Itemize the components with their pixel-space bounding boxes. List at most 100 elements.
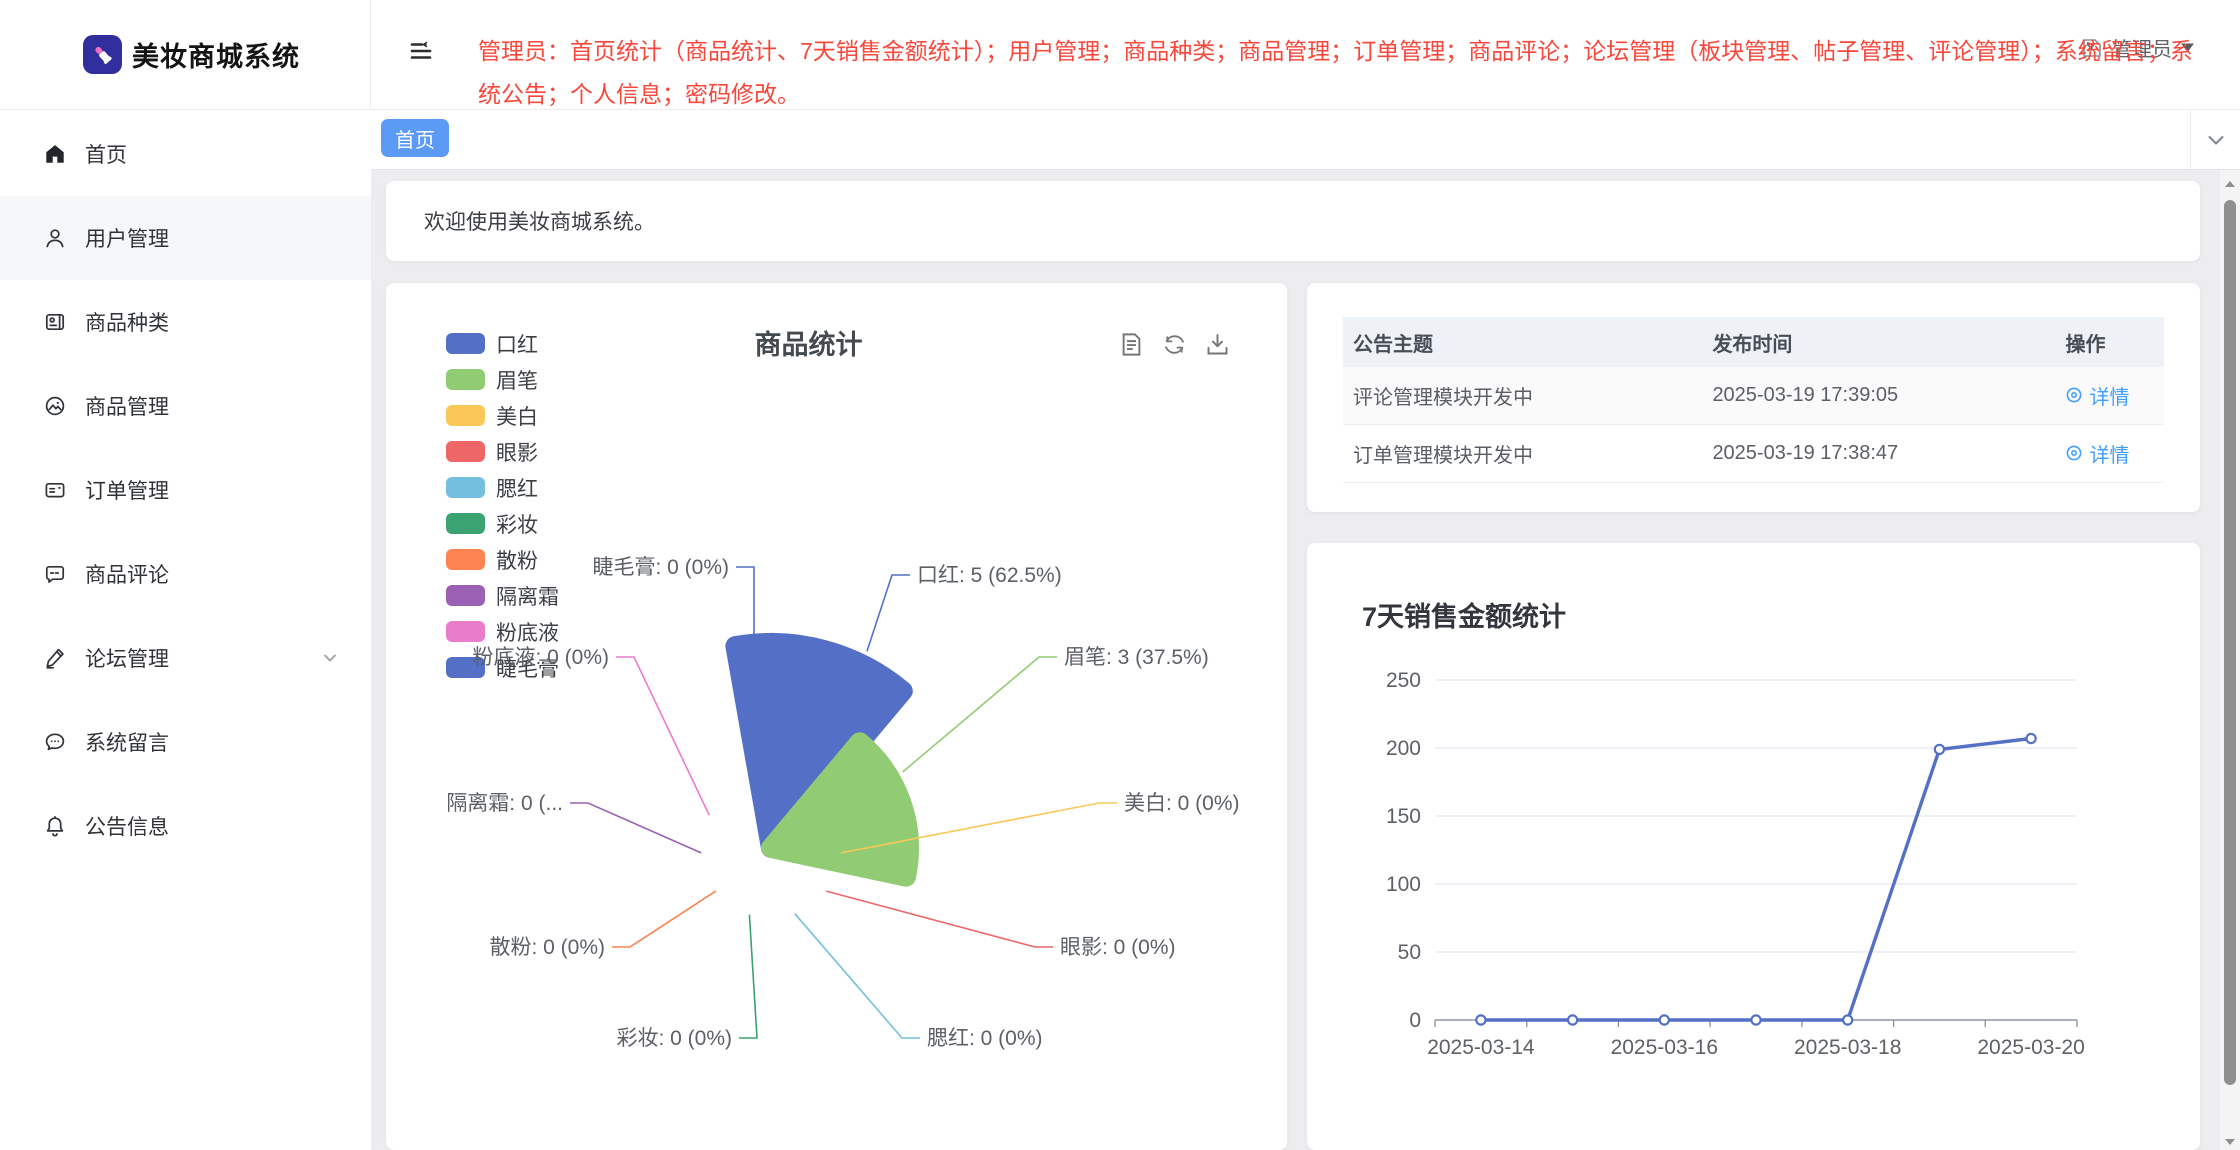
x-axis-tick-label: 2025-03-20 [1977, 1036, 2084, 1059]
pie-label-line [794, 913, 920, 1039]
pie-label: 隔离霜: 0 (... [446, 792, 563, 815]
main-content: 欢迎使用美妆商城系统。 商品统计 口红 眉笔 美白 眼影 腮红 彩妆 散粉 隔离… [371, 170, 2240, 1150]
data-point [1566, 1014, 1579, 1026]
scrollbar-up-arrow[interactable] [2224, 178, 2236, 190]
sidebar-item-label: 系统留言 [85, 732, 169, 755]
data-point [1750, 1014, 1762, 1026]
view-eye-icon [2067, 387, 2082, 403]
pie-label-line [570, 802, 702, 854]
bell-icon [43, 814, 67, 838]
sidebar-item-5[interactable]: 商品评论 [0, 532, 371, 616]
sidebar-item-label: 用户管理 [85, 228, 169, 251]
y-axis-tick-label: 200 [1386, 737, 1421, 760]
x-axis-tick-label: 2025-03-16 [1611, 1036, 1718, 1059]
sales-line-series [1480, 736, 2032, 1022]
announcement-table: 公告主题 发布时间 操作 评论管理模块开发中 2025-03-19 17:39:0… [1343, 317, 2164, 483]
app-title: 美妆商城系统 [132, 42, 300, 72]
data-point [2025, 732, 2037, 745]
home-icon [43, 142, 67, 166]
pie-label-line [616, 656, 710, 816]
order-card-icon [43, 478, 67, 502]
announcement-time: 2025-03-19 17:38:47 [1712, 442, 1899, 464]
col-header-time: 发布时间 [1712, 333, 1793, 356]
sidebar-item-2[interactable]: 商品种类 [0, 280, 371, 364]
data-point [1475, 1014, 1487, 1026]
detail-link[interactable]: 详情 [2065, 439, 2129, 468]
pie-label: 散粉: 0 (0%) [489, 936, 605, 959]
data-point [1658, 1014, 1670, 1026]
top-header: 管理员：首页统计（商品统计、7天销售金额统计）；用户管理；商品种类；商品管理；订… [371, 0, 2240, 110]
pie-label: 口红: 5 (62.5%) [917, 564, 1062, 587]
pie-label: 睫毛膏: 0 (0%) [592, 556, 729, 579]
pie-label: 眼影: 0 (0%) [1060, 936, 1176, 959]
role-permissions-text: 管理员：首页统计（商品统计、7天销售金额统计）；用户管理；商品种类；商品管理；订… [478, 38, 2193, 107]
scrollbar-thumb[interactable] [2224, 200, 2236, 1085]
pie-label-line [866, 574, 910, 652]
detail-link-label: 详情 [2089, 444, 2130, 467]
y-axis-tick-label: 100 [1386, 873, 1421, 896]
tab-home[interactable]: 首页 [381, 119, 449, 157]
detail-link[interactable]: 详情 [2065, 381, 2129, 410]
welcome-text: 欢迎使用美妆商城系统。 [424, 211, 655, 234]
pie-label: 粉底液: 0 (0%) [472, 646, 609, 669]
product-stats-card: 商品统计 口红眉笔 美白 眼影 腮红 彩妆 散粉 隔离霜 粉底液 睫毛膏 口红:… [386, 283, 1287, 1150]
sidebar-nav: 首页用户管理商品种类商品管理订单管理商品评论论坛管理系统留言公告信息 [0, 110, 371, 1150]
edit-pen-icon [43, 646, 67, 670]
pie-label-line [902, 656, 1057, 773]
chat-round-icon [43, 730, 67, 754]
pie-label: 彩妆: 0 (0%) [616, 1027, 732, 1050]
welcome-card: 欢迎使用美妆商城系统。 [386, 181, 2200, 261]
logo-area: 美妆商城系统 [0, 0, 371, 110]
pie-label: 美白: 0 (0%) [1124, 792, 1240, 815]
category-icon [43, 310, 67, 334]
y-axis-tick-label: 250 [1386, 669, 1421, 692]
menu-fold-icon[interactable] [408, 38, 434, 64]
announcement-table-header: 公告主题 发布时间 操作 [1343, 317, 2164, 367]
pie-label-line [739, 914, 758, 1039]
sidebar-item-3[interactable]: 商品管理 [0, 364, 371, 448]
sidebar-item-0[interactable]: 首页 [0, 112, 371, 196]
pie-label-line [612, 890, 717, 948]
announcement-row-1: 订单管理模块开发中 2025-03-19 17:38:47 详情 [1343, 425, 2164, 483]
sidebar-item-6[interactable]: 论坛管理 [0, 616, 371, 700]
sidebar-item-label: 首页 [85, 144, 127, 167]
col-header-subject: 公告主题 [1353, 333, 1433, 356]
announcement-time: 2025-03-19 17:39:05 [1712, 384, 1899, 406]
pie-label-line [825, 890, 1053, 948]
sales-stats-card: 7天销售金额统计 0 50 100 150 200 250 2025-03-14 2025-0… [1307, 543, 2200, 1150]
tab-overflow-button[interactable] [2190, 110, 2240, 169]
sidebar-item-1[interactable]: 用户管理 [0, 196, 371, 280]
y-axis-tick-label: 50 [1398, 941, 1421, 964]
announcement-title: 评论管理模块开发中 [1353, 387, 1533, 409]
sidebar-item-label: 商品管理 [85, 396, 169, 419]
sidebar-item-8[interactable]: 公告信息 [0, 784, 371, 868]
chat-square-icon [43, 562, 67, 586]
vertical-scrollbar[interactable] [2220, 170, 2240, 1150]
sidebar-item-label: 订单管理 [85, 480, 169, 503]
view-eye-icon [2067, 445, 2082, 461]
sidebar-item-label: 商品评论 [85, 564, 169, 587]
y-axis-tick-label: 0 [1409, 1009, 1421, 1032]
chevron-down-icon [2205, 129, 2227, 151]
scrollbar-down-arrow[interactable] [2224, 1136, 2236, 1148]
col-header-action: 操作 [2065, 333, 2106, 356]
tab-bar: 首页 [371, 110, 2240, 170]
pie-label: 腮红: 0 (0%) [927, 1027, 1043, 1050]
sidebar-item-4[interactable]: 订单管理 [0, 448, 371, 532]
announcement-card: 公告主题 发布时间 操作 评论管理模块开发中 2025-03-19 17:39:0… [1307, 283, 2200, 512]
announcement-title: 订单管理模块开发中 [1353, 445, 1533, 467]
sales-line-chart: 0 50 100 150 200 250 2025-03-14 2025-03-16 2025-… [1386, 669, 2085, 1059]
lipstick-icon [83, 35, 122, 74]
picture-icon [43, 394, 67, 418]
sidebar-item-label: 商品种类 [85, 312, 169, 335]
rose-pie-chart[interactable]: 口红: 5 (62.5%) 眉笔: 3 (37.5%) 美白: 0 (0%) 眼影: … [386, 283, 1287, 1150]
detail-link-label: 详情 [2089, 386, 2130, 409]
x-axis-tick-label: 2025-03-14 [1427, 1036, 1535, 1059]
data-point [1842, 1014, 1854, 1026]
pie-label: 眉笔: 3 (37.5%) [1064, 646, 1209, 669]
sidebar-item-7[interactable]: 系统留言 [0, 700, 371, 784]
sidebar-item-label: 论坛管理 [85, 648, 169, 671]
sidebar-item-label: 公告信息 [85, 816, 169, 839]
announcement-row-0: 评论管理模块开发中 2025-03-19 17:39:05 详情 [1343, 367, 2164, 425]
chevron-down-icon [321, 649, 339, 667]
